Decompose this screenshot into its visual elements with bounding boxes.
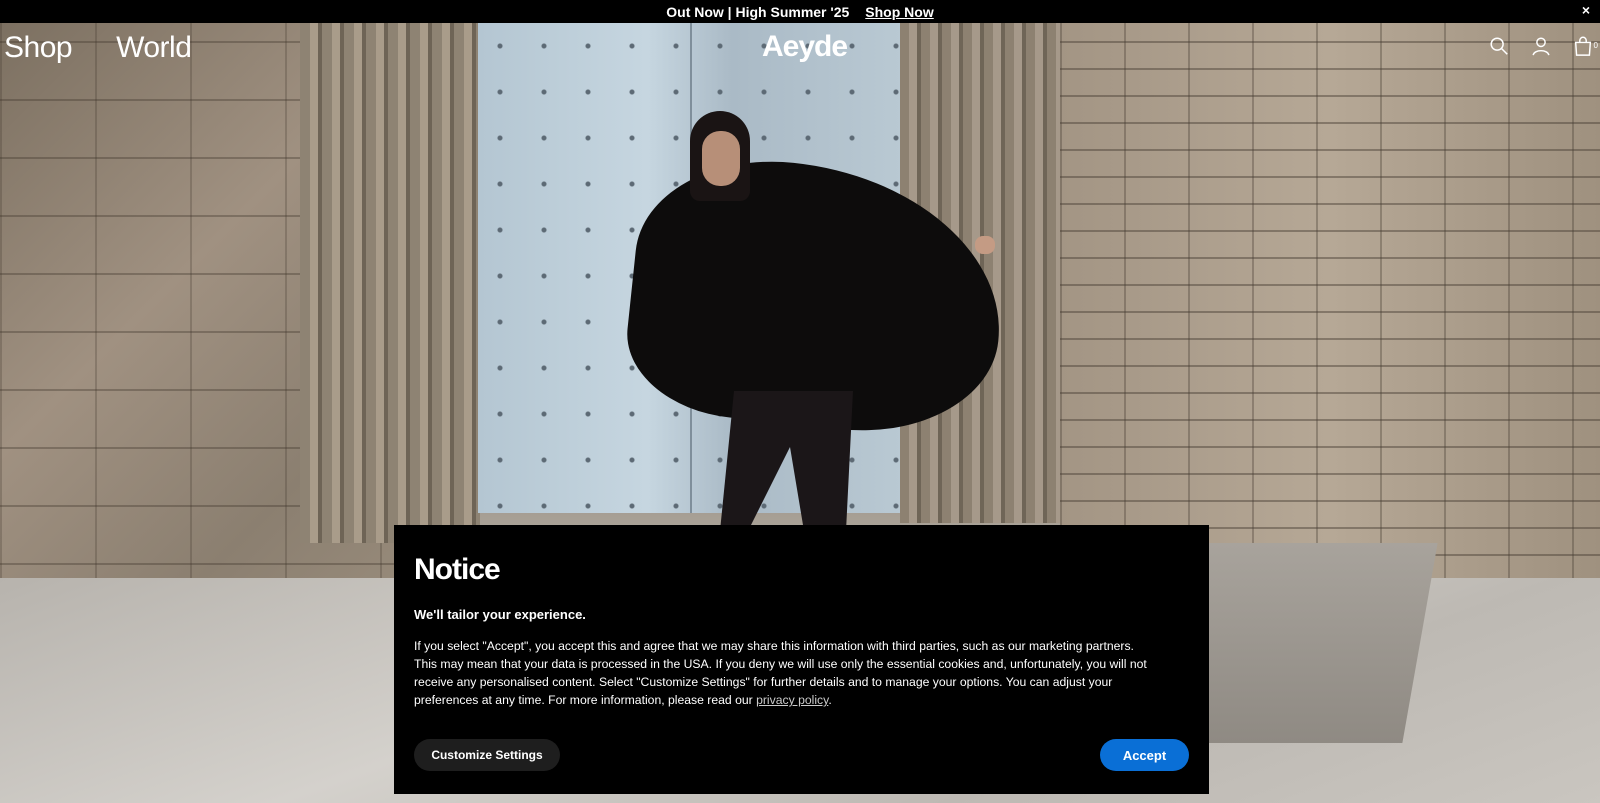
customize-settings-button[interactable]: Customize Settings	[414, 739, 560, 771]
nav-world-link[interactable]: World	[116, 31, 192, 65]
main-nav: Shop World	[4, 31, 192, 65]
privacy-policy-link[interactable]: privacy policy	[756, 693, 828, 707]
model-figure	[619, 111, 1020, 531]
cart-count: 0	[1593, 41, 1598, 50]
notice-body-end: .	[828, 693, 832, 707]
nav-shop-link[interactable]: Shop	[4, 31, 73, 65]
stone-step	[1172, 543, 1438, 743]
search-icon[interactable]	[1488, 35, 1510, 57]
shop-now-link[interactable]: Shop Now	[865, 4, 933, 20]
model-legs	[720, 391, 853, 531]
notice-title: Notice	[414, 553, 501, 586]
stone-arch-left	[300, 23, 480, 543]
close-icon[interactable]: ×	[1582, 2, 1590, 18]
cart-icon[interactable]	[1572, 35, 1594, 57]
notice-subtitle: We'll tailor your experience.	[414, 607, 586, 622]
notice-body: If you select "Accept", you accept this …	[414, 637, 1159, 709]
accept-button[interactable]: Accept	[1100, 739, 1189, 771]
header-icons	[1488, 35, 1594, 57]
announcement-text: Out Now | High Summer '25	[666, 3, 850, 20]
announcement-bar: Out Now | High Summer '25 Shop Now ×	[0, 0, 1600, 23]
site-header: Shop World Aeyde 0	[0, 23, 1600, 73]
brand-logo[interactable]: Aeyde	[762, 30, 848, 64]
account-icon[interactable]	[1530, 35, 1552, 57]
model-face	[702, 131, 740, 186]
stone-wall-right	[1060, 23, 1600, 583]
cookie-notice: Notice We'll tailor your experience. If …	[394, 525, 1209, 794]
model-hand	[975, 236, 995, 254]
